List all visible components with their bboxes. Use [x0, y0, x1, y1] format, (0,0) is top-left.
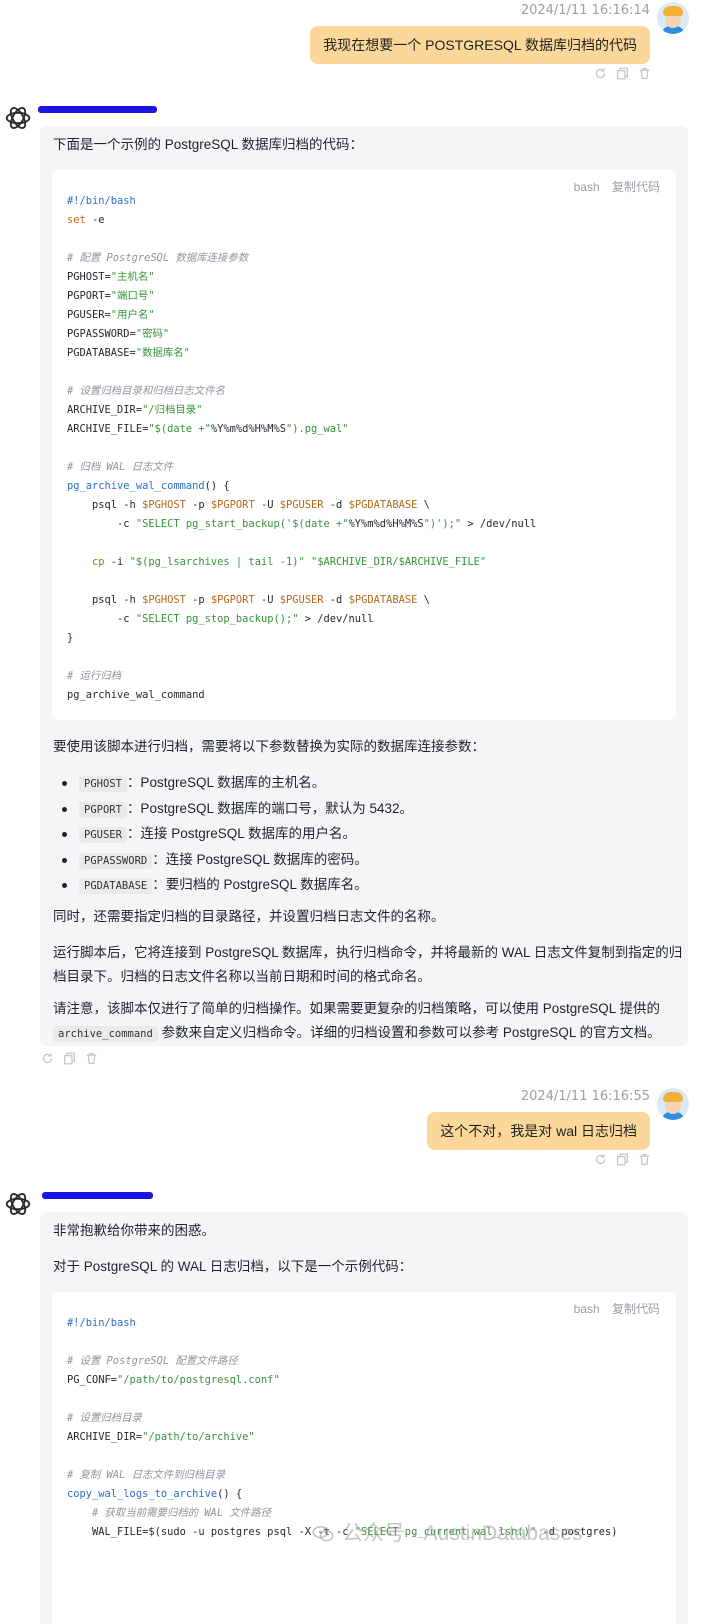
code-line: ARCHIVE_DIR="/归档目录"	[67, 404, 203, 416]
list-item-text: ：PostgreSQL 数据库的端口号，默认为 5432。	[126, 800, 414, 816]
user-avatar-icon	[657, 1088, 689, 1120]
assistant-text: 对于 PostgreSQL 的 WAL 日志归档，以下是一个示例代码：	[53, 1259, 413, 1274]
paragraph: 同时，还需要指定归档的目录路径，并设置归档日志文件的名称。	[53, 909, 445, 924]
user-message-bubble: 这个不对，我是对 wal 日志归档	[427, 1112, 650, 1150]
inline-code: PGUSER	[79, 827, 127, 843]
code-line: # 运行归档	[67, 670, 122, 682]
inline-code: PGPASSWORD	[79, 852, 153, 869]
code-line: -c "SELECT pg_stop_backup();" > /dev/nul…	[67, 613, 374, 625]
inline-code: PGPORT	[79, 801, 127, 818]
paragraph: 运行脚本后，它将连接到 PostgreSQL 数据库，执行归档命令，并将最新的 …	[53, 941, 682, 989]
refresh-icon[interactable]	[41, 1052, 54, 1065]
watermark-text: 公众号 · AustinDatabases	[342, 1522, 583, 1545]
inline-code: archive_command	[53, 1026, 158, 1042]
code-line: ARCHIVE_DIR="/path/to/archive"	[67, 1431, 255, 1443]
wechat-icon	[312, 1526, 334, 1542]
code-line: psql -h $PGHOST -p $PGPORT -U $PGUSER -d…	[67, 499, 430, 511]
code-line: # 设置归档目录和归档日志文件名	[67, 385, 225, 397]
message-actions	[594, 67, 651, 80]
code-content: #!/bin/bash set -e # 配置 PostgreSQL 数据库连接…	[67, 192, 536, 705]
code-line: ARCHIVE_FILE="$(date +"%Y%m%d%H%M%S").pg…	[67, 423, 349, 435]
code-line: #!/bin/bash	[67, 195, 136, 207]
code-line: PGUSER="用户名"	[67, 309, 155, 321]
code-line: }	[67, 632, 74, 644]
code-line: pg_archive_wal_command	[67, 689, 205, 701]
paragraph-line: 运行脚本后，它将连接到 PostgreSQL 数据库，执行归档命令，并将最新的 …	[53, 945, 683, 960]
copy-code-button[interactable]: 复制代码	[612, 1302, 660, 1316]
list-item-text: ：要归档的 PostgreSQL 数据库名。	[152, 877, 368, 892]
list-item: PGPORT ：PostgreSQL 数据库的端口号，默认为 5432。	[53, 797, 413, 823]
redacted-name-bar	[38, 106, 157, 113]
params-list: PGHOST ：PostgreSQL 数据库的主机名。 PGPORT ：Postgre…	[53, 771, 413, 899]
code-line: PGPASSWORD="密码"	[67, 328, 170, 340]
message-actions	[594, 1153, 651, 1166]
assistant-intro-text: 下面是一个示例的 PostgreSQL 数据库归档的代码：	[53, 137, 364, 152]
params-intro-text: 要使用该脚本进行归档，需要将以下参数替换为实际的数据库连接参数：	[53, 739, 485, 754]
inline-code: PGHOST	[79, 776, 127, 792]
list-item: PGUSER ：连接 PostgreSQL 数据库的用户名。	[53, 822, 413, 848]
inline-code: PGDATABASE	[79, 878, 153, 894]
trash-icon[interactable]	[638, 67, 651, 80]
refresh-icon[interactable]	[594, 1153, 607, 1166]
code-line: # 获取当前需要归档的 WAL 文件路径	[67, 1507, 271, 1519]
user-message-bubble: 我现在想要一个 POSTGRESQL 数据库归档的代码	[310, 26, 650, 64]
code-line: PGDATABASE="数据库名"	[67, 347, 190, 359]
code-line: pg_archive_wal_command() {	[67, 480, 230, 492]
paragraph-text: 参数来自定义归档命令。详细的归档设置和参数可以参考 PostgreSQL 的官方…	[157, 1025, 661, 1040]
code-line: copy_wal_logs_to_archive() {	[67, 1488, 243, 1500]
code-block: bash 复制代码 #!/bin/bash set -e # 配置 Postgr…	[52, 170, 676, 720]
code-block-header: bash 复制代码	[574, 178, 660, 195]
code-line: #!/bin/bash	[67, 1317, 136, 1329]
paragraph-line: 请注意，该脚本仅进行了简单的归档操作。如果需要更复杂的归档策略，可以使用 Pos…	[53, 1001, 661, 1016]
code-line: PG_CONF="/path/to/postgresql.conf"	[67, 1374, 280, 1386]
code-line: # 配置 PostgreSQL 数据库连接参数	[67, 252, 249, 264]
assistant-text: 非常抱歉给你带来的困惑。	[53, 1223, 215, 1238]
copy-code-button[interactable]: 复制代码	[612, 180, 660, 194]
code-language-label: bash	[573, 180, 600, 194]
code-line: # 设置 PostgreSQL 配置文件路径	[67, 1355, 238, 1367]
message-timestamp: 2024/1/11 16:16:14	[520, 3, 650, 18]
user-avatar-icon	[657, 2, 689, 34]
code-line: set -e	[67, 214, 105, 226]
copy-icon[interactable]	[63, 1052, 76, 1065]
openai-logo-icon	[5, 1192, 31, 1216]
trash-icon[interactable]	[638, 1153, 651, 1166]
trash-icon[interactable]	[85, 1052, 98, 1065]
paragraph-line: archive_command 参数来自定义归档命令。详细的归档设置和参数可以参…	[53, 1021, 661, 1046]
code-line: cp -i "$(pg_lsarchives | tail -1)" "$ARC…	[92, 556, 487, 568]
message-timestamp: 2024/1/11 16:16:55	[520, 1089, 650, 1104]
list-item-text: ：连接 PostgreSQL 数据库的用户名。	[126, 826, 356, 841]
code-line: PGHOST="主机名"	[67, 271, 155, 283]
paragraph-line: 档目录下。归档的日志文件名称以当前日期和时间的格式命名。	[53, 969, 431, 984]
openai-logo-icon	[5, 106, 31, 130]
code-line: PGPORT="端口号"	[67, 290, 155, 302]
code-line: -c "SELECT pg_start_backup('$(date +"%Y%…	[67, 518, 537, 530]
refresh-icon[interactable]	[594, 67, 607, 80]
list-item: PGPASSWORD ：连接 PostgreSQL 数据库的密码。	[53, 848, 413, 874]
code-content: #!/bin/bash # 设置 PostgreSQL 配置文件路径 PG_CO…	[67, 1314, 618, 1542]
code-line: # 设置归档目录	[67, 1412, 142, 1424]
paragraph: 请注意，该脚本仅进行了简单的归档操作。如果需要更复杂的归档策略，可以使用 Pos…	[53, 997, 661, 1046]
message-actions	[41, 1052, 98, 1065]
code-block: bash 复制代码 #!/bin/bash # 设置 PostgreSQL 配置…	[52, 1292, 676, 1624]
redacted-name-bar	[42, 1192, 153, 1199]
copy-icon[interactable]	[616, 1153, 629, 1166]
code-line: # 复制 WAL 日志文件到归档目录	[67, 1469, 226, 1481]
list-item-text: ：PostgreSQL 数据库的主机名。	[126, 775, 326, 790]
code-line: psql -h $PGHOST -p $PGPORT -U $PGUSER -d…	[67, 594, 430, 606]
list-item: PGDATABASE ：要归档的 PostgreSQL 数据库名。	[53, 873, 413, 899]
list-item-text: ：连接 PostgreSQL 数据库的密码。	[152, 851, 368, 867]
code-line: # 归档 WAL 日志文件	[67, 461, 174, 473]
list-item: PGHOST ：PostgreSQL 数据库的主机名。	[53, 771, 413, 797]
copy-icon[interactable]	[616, 67, 629, 80]
watermark: 公众号 · AustinDatabases	[312, 1517, 582, 1547]
